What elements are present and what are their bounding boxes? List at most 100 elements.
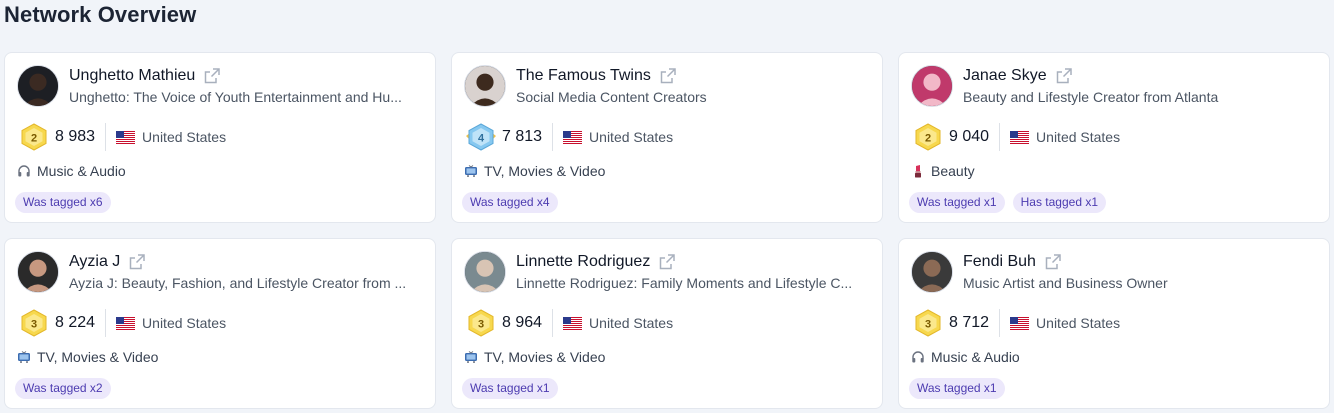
country-label: United States [142, 315, 227, 331]
stats-row: 2 9 040 United States [911, 123, 1120, 151]
category: Music & Audio [911, 349, 1020, 365]
us-flag-icon [563, 316, 583, 330]
country-label: United States [142, 129, 227, 145]
tv-icon [17, 350, 31, 364]
tag-list: Was tagged x6 [15, 192, 111, 213]
tag-list: Was tagged x1 [462, 378, 558, 399]
rank-number: 2 [31, 133, 37, 145]
category-label: TV, Movies & Video [484, 163, 606, 179]
category-label: Music & Audio [931, 349, 1020, 365]
country: United States [116, 315, 226, 331]
category-label: Music & Audio [37, 163, 126, 179]
category-label: TV, Movies & Video [484, 349, 606, 365]
avatar[interactable] [911, 251, 953, 293]
country: United States [116, 129, 226, 145]
avatar[interactable] [464, 251, 506, 293]
headphones-icon [911, 350, 925, 364]
follower-count: 8 964 [502, 309, 554, 337]
creator-card[interactable]: Linnette Rodriguez Linnette Rodriguez: Fa… [451, 238, 883, 409]
category: Beauty [911, 163, 975, 179]
us-flag-icon [563, 130, 583, 144]
external-link-icon[interactable] [1044, 253, 1062, 271]
tag-badge: Was tagged x1 [462, 378, 558, 399]
country: United States [1010, 315, 1120, 331]
creator-name[interactable]: Linnette Rodriguez [516, 253, 650, 271]
tag-list: Was tagged x2 [15, 378, 111, 399]
stats-row: 2 8 983 United States [17, 123, 226, 151]
creator-card[interactable]: Fendi Buh Music Artist and Business Owner… [898, 238, 1330, 409]
creator-card[interactable]: Janae Skye Beauty and Lifestyle Creator f… [898, 52, 1330, 223]
country-label: United States [589, 315, 674, 331]
us-flag-icon [1010, 316, 1030, 330]
rank-number: 4 [478, 133, 485, 145]
stats-row: 3 8 224 United States [17, 309, 226, 337]
rank-number: 3 [478, 319, 484, 331]
page-title: Network Overview [4, 2, 197, 27]
creator-description: Music Artist and Business Owner [963, 275, 1168, 291]
avatar[interactable] [17, 65, 59, 107]
follower-count: 7 813 [502, 123, 554, 151]
country: United States [563, 315, 673, 331]
country-label: United States [589, 129, 674, 145]
creator-grid: Unghetto Mathieu Unghetto: The Voice of Y… [4, 52, 1330, 409]
creator-name[interactable]: The Famous Twins [516, 67, 651, 85]
tag-list: Was tagged x1 [909, 378, 1005, 399]
creator-description: Ayzia J: Beauty, Fashion, and Lifestyle … [69, 275, 407, 291]
us-flag-icon [116, 316, 136, 330]
us-flag-icon [1010, 130, 1030, 144]
category-label: TV, Movies & Video [37, 349, 159, 365]
follower-count: 8 224 [55, 309, 107, 337]
stats-row: 3 8 964 United States [464, 309, 673, 337]
creator-name[interactable]: Unghetto Mathieu [69, 67, 195, 85]
avatar[interactable] [464, 65, 506, 107]
country: United States [1010, 129, 1120, 145]
tag-list: Was tagged x1 Has tagged x1 [909, 192, 1106, 213]
country: United States [563, 129, 673, 145]
headphones-icon [17, 164, 31, 178]
avatar[interactable] [911, 65, 953, 107]
tag-badge: Was tagged x6 [15, 192, 111, 213]
rank-number: 2 [925, 133, 931, 145]
tag-badge: Was tagged x2 [15, 378, 111, 399]
tag-badge: Was tagged x1 [909, 192, 1005, 213]
category-label: Beauty [931, 163, 975, 179]
tv-icon [464, 164, 478, 178]
country-label: United States [1036, 315, 1121, 331]
creator-name[interactable]: Fendi Buh [963, 253, 1036, 271]
stats-row: 4 7 813 United States [464, 123, 673, 151]
external-link-icon[interactable] [659, 67, 677, 85]
follower-count: 9 040 [949, 123, 1001, 151]
external-link-icon[interactable] [1055, 67, 1073, 85]
follower-count: 8 983 [55, 123, 107, 151]
lipstick-icon [911, 164, 925, 178]
tag-badge: Has tagged x1 [1012, 192, 1106, 213]
category: TV, Movies & Video [464, 163, 605, 179]
creator-card[interactable]: Ayzia J Ayzia J: Beauty, Fashion, and Lif… [4, 238, 436, 409]
creator-card[interactable]: The Famous Twins Social Media Content Cre… [451, 52, 883, 223]
external-link-icon[interactable] [203, 67, 221, 85]
tag-list: Was tagged x4 [462, 192, 558, 213]
name-row: Unghetto Mathieu [69, 67, 221, 85]
rank-badge-icon: 3 [911, 309, 945, 337]
name-row: Linnette Rodriguez [516, 253, 676, 271]
creator-description: Unghetto: The Voice of Youth Entertainme… [69, 89, 402, 105]
creator-card[interactable]: Unghetto Mathieu Unghetto: The Voice of Y… [4, 52, 436, 223]
country-label: United States [1036, 129, 1121, 145]
rank-badge-icon: 2 [17, 123, 51, 151]
external-link-icon[interactable] [658, 253, 676, 271]
category: Music & Audio [17, 163, 126, 179]
name-row: Fendi Buh [963, 253, 1062, 271]
rank-badge-icon: 3 [464, 309, 498, 337]
rank-badge-icon: 3 [17, 309, 51, 337]
rank-badge-icon: 4 [464, 123, 498, 151]
creator-description: Social Media Content Creators [516, 89, 707, 105]
category: TV, Movies & Video [17, 349, 158, 365]
creator-name[interactable]: Ayzia J [69, 253, 120, 271]
category: TV, Movies & Video [464, 349, 605, 365]
follower-count: 8 712 [949, 309, 1001, 337]
tv-icon [464, 350, 478, 364]
creator-name[interactable]: Janae Skye [963, 67, 1047, 85]
external-link-icon[interactable] [128, 253, 146, 271]
tag-badge: Was tagged x1 [909, 378, 1005, 399]
avatar[interactable] [17, 251, 59, 293]
